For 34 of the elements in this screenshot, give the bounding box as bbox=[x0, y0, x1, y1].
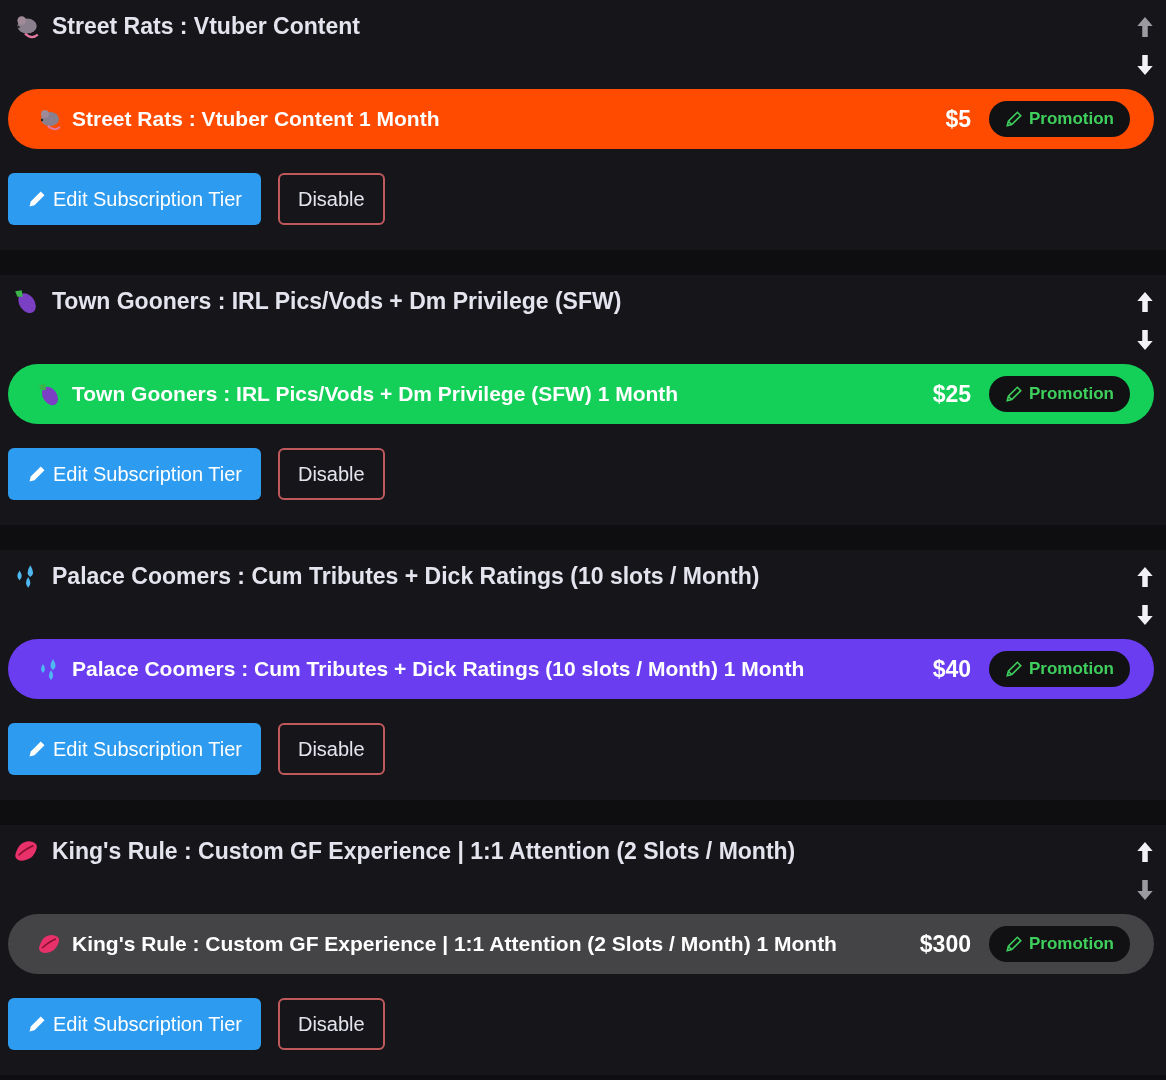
promotion-button[interactable]: Promotion bbox=[989, 651, 1130, 687]
move-up-icon[interactable] bbox=[1136, 841, 1154, 863]
pencil-icon bbox=[27, 739, 47, 759]
move-down-icon[interactable] bbox=[1136, 54, 1154, 76]
pencil-icon bbox=[27, 464, 47, 484]
pencil-icon bbox=[27, 1014, 47, 1034]
tier-title: Street Rats : Vtuber Content bbox=[52, 12, 360, 40]
plan-price: $5 bbox=[945, 105, 971, 133]
promotion-button[interactable]: Promotion bbox=[989, 101, 1130, 137]
disable-button[interactable]: Disable bbox=[278, 998, 385, 1050]
promotion-button[interactable]: Promotion bbox=[989, 926, 1130, 962]
move-down-icon[interactable] bbox=[1136, 329, 1154, 351]
tier-title: King's Rule : Custom GF Experience | 1:1 Attention (2 Slots / Month) bbox=[52, 837, 796, 865]
move-up-icon[interactable] bbox=[1136, 566, 1154, 588]
pencil-icon bbox=[1005, 935, 1023, 953]
tier-title: Town Gooners : IRL Pics/Vods + Dm Privilege (SFW) bbox=[52, 287, 622, 315]
plan-name: Palace Coomers : Cum Tributes + Dick Ratings (10 slots / Month) 1 Month bbox=[72, 657, 806, 681]
pencil-icon bbox=[27, 189, 47, 209]
tier-title: Palace Coomers : Cum Tributes + Dick Ratings (10 slots / Month) bbox=[52, 562, 760, 590]
move-down-icon[interactable] bbox=[1136, 604, 1154, 626]
promotion-button[interactable]: Promotion bbox=[989, 376, 1130, 412]
disable-button[interactable]: Disable bbox=[278, 448, 385, 500]
pencil-icon bbox=[1005, 385, 1023, 403]
pencil-icon bbox=[1005, 110, 1023, 128]
pencil-icon bbox=[1005, 660, 1023, 678]
disable-button[interactable]: Disable bbox=[278, 723, 385, 775]
plan-price: $25 bbox=[932, 380, 971, 408]
plan-price: $300 bbox=[919, 930, 971, 958]
plan-name: Town Gooners : IRL Pics/Vods + Dm Privilege (SFW) 1 Month bbox=[72, 382, 680, 406]
plan-price: $40 bbox=[932, 655, 971, 683]
disable-button[interactable]: Disable bbox=[278, 173, 385, 225]
plan-name: King's Rule : Custom GF Experience | 1:1 Attention (2 Slots / Month) 1 Month bbox=[72, 932, 838, 956]
plan-name: Street Rats : Vtuber Content 1 Month bbox=[72, 107, 441, 131]
move-up-icon[interactable] bbox=[1136, 291, 1154, 313]
